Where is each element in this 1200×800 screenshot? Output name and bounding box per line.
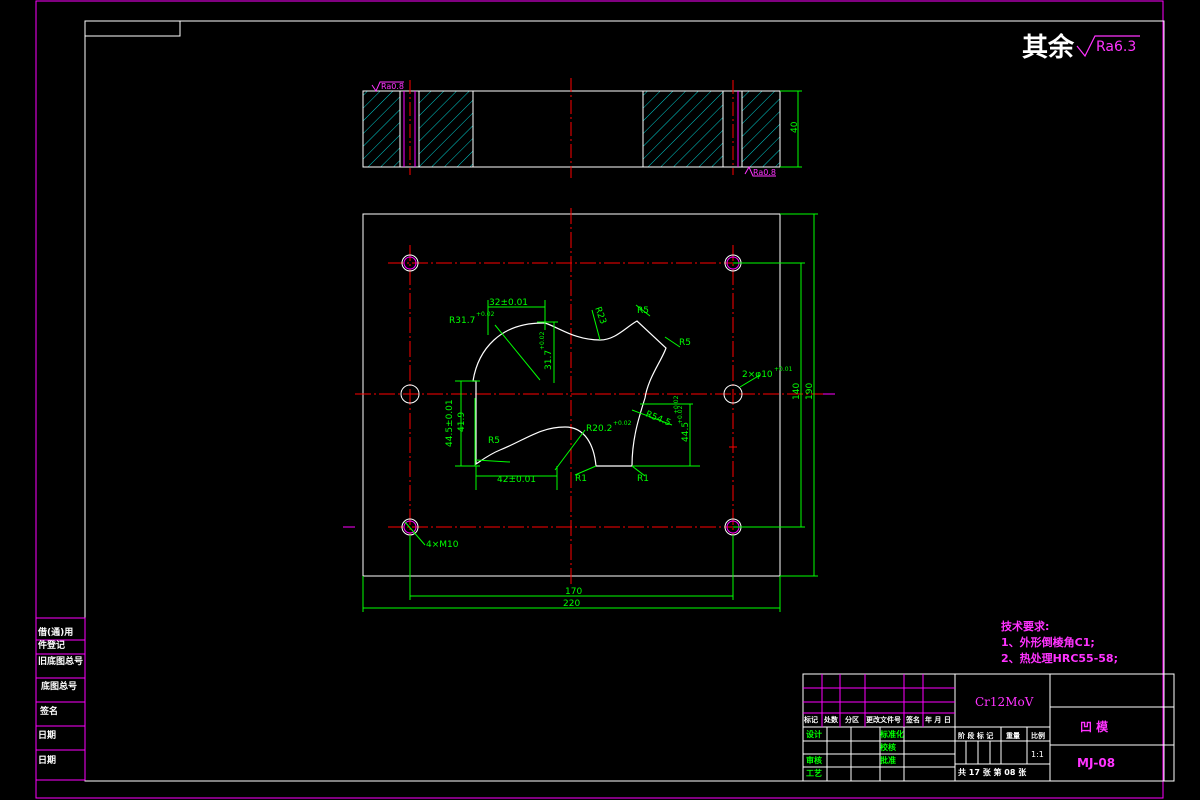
outer-frame (35, 0, 1164, 799)
title-block (802, 673, 1175, 782)
dim-r5-right: R5 (679, 338, 691, 348)
dim-left-h2: 41.9 (457, 412, 467, 432)
dim-height-outer: 190 (805, 383, 815, 400)
dim-pin-holes-tol: +0.01 (774, 366, 793, 373)
row-design: 设计 (806, 729, 822, 739)
dim-bottom-width: 42±0.01 (497, 475, 536, 485)
dim-width-outer: 220 (563, 599, 580, 609)
rev-header-4: 更改文件号 (866, 715, 901, 724)
rev-header-5: 签名 (905, 715, 920, 724)
dim-pin-holes: 2×φ10 (742, 370, 773, 380)
row-standard: 标准化 (879, 729, 904, 739)
dim-height-holes: 140 (792, 383, 802, 400)
dim-top-depth: 31.7 (544, 350, 554, 370)
dim-thread: 4×M10 (426, 540, 459, 550)
title-drawing-no: MJ-08 (1077, 756, 1115, 770)
dim-r20: R20.2 (586, 424, 612, 434)
strip-label-5: 签名 (39, 705, 58, 717)
row-approve: 批准 (880, 755, 896, 765)
general-roughness-value: Ra6.3 (1096, 39, 1136, 55)
row-proof: 校核 (880, 742, 896, 752)
dim-left-h1: 44.5±0.01 (445, 399, 455, 447)
title-weight-header: 重量 (1006, 731, 1020, 740)
dim-top-radius: R31.7 (449, 316, 475, 326)
title-scale: 1:1 (1031, 750, 1044, 759)
dim-r54: R54.5 (644, 410, 672, 429)
title-sheet-info: 共 17 张 第 08 张 (958, 767, 1027, 777)
dim-r1-right: R1 (637, 474, 649, 484)
rev-header-6: 年 月 日 (925, 715, 951, 724)
cad-drawing-canvas: 其余 Ra6.3 Ra0.8 Ra0.8 40 32±0.01 R31.7 +0… (35, 0, 1175, 799)
strip-label-4: 底图总号 (41, 680, 77, 692)
dim-r5-top: R5 (637, 306, 649, 316)
section-roughness-right: Ra0.8 (753, 168, 776, 177)
dim-right-h-tol: +0.02 (677, 405, 684, 424)
dim-r1-left: R1 (575, 474, 587, 484)
dim-top-depth-tol: +0.02 (539, 331, 546, 350)
strip-label-3: 旧底图总号 (38, 655, 83, 667)
strip-label-2: 件登记 (38, 639, 65, 651)
dim-top-radius-tol: +0.02 (476, 311, 495, 318)
section-roughness-left: Ra0.8 (381, 82, 404, 91)
strip-label-7: 日期 (38, 754, 56, 766)
dim-width-holes: 170 (565, 587, 582, 597)
title-scale-header: 比例 (1031, 731, 1045, 740)
general-roughness-prefix: 其余 (1022, 32, 1075, 63)
rev-header-3: 分区 (845, 715, 859, 724)
tech-req-item-1: 1、外形倒棱角C1; (1001, 635, 1095, 649)
dim-r23: R23 (592, 306, 607, 326)
row-process: 工艺 (806, 768, 822, 778)
dim-r5-bottom: R5 (488, 436, 500, 446)
tech-req-item-2: 2、热处理HRC55-58; (1001, 651, 1118, 665)
rev-header-1: 标记 (803, 715, 818, 724)
title-material: Cr12MoV (975, 695, 1034, 709)
top-left-label-box (84, 20, 181, 37)
strip-label-6: 日期 (38, 729, 56, 741)
row-review: 审核 (806, 755, 822, 765)
tech-req-title: 技术要求: (1001, 619, 1049, 633)
inner-frame (84, 20, 1165, 782)
rev-header-2: 处数 (823, 715, 839, 724)
plan-view (343, 208, 835, 612)
section-view (362, 78, 802, 178)
dim-top-width: 32±0.01 (489, 298, 528, 308)
title-stage-header: 阶 段 标 记 (958, 731, 993, 740)
dim-thickness: 40 (790, 121, 800, 133)
title-part-name: 凹 模 (1080, 719, 1109, 734)
strip-label-1: 借(通)用 (37, 626, 73, 638)
dim-r20-tol: +0.02 (613, 420, 632, 427)
